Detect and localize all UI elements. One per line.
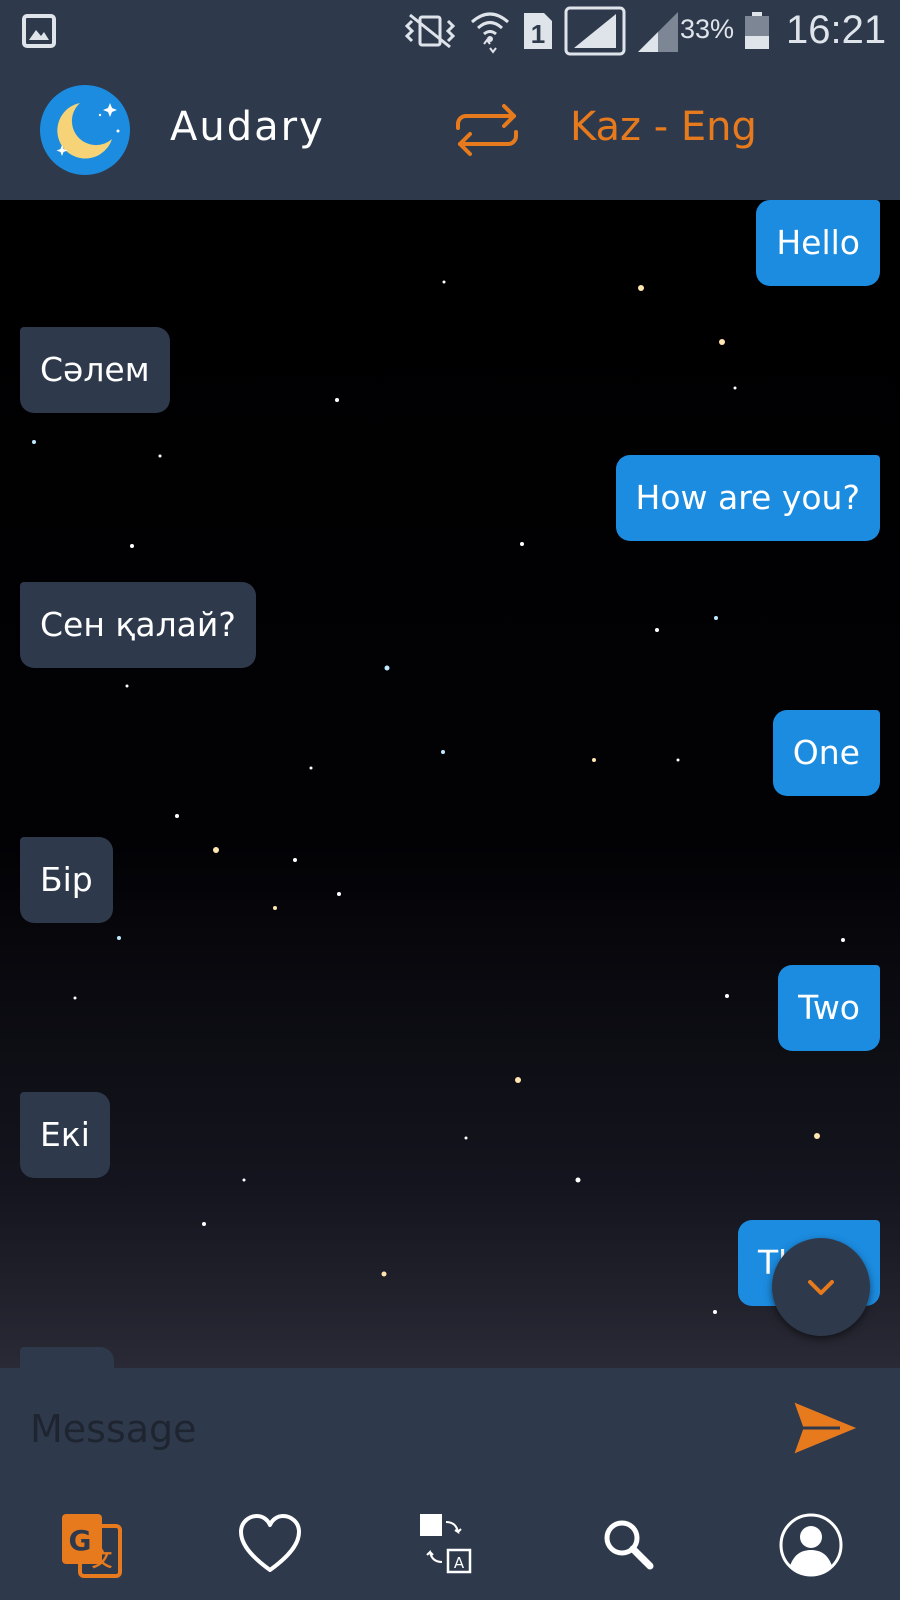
- wifi-icon: [471, 12, 509, 54]
- google-translate-icon: G 文: [62, 1514, 122, 1578]
- signal-icon: [564, 6, 626, 56]
- nav-flashcards-button[interactable]: A: [414, 1510, 484, 1580]
- message-bubble-incoming[interactable]: Бір: [20, 837, 113, 923]
- card-swap-icon: A: [420, 1514, 472, 1574]
- message-bubble-outgoing[interactable]: Hello: [756, 200, 880, 286]
- language-pair-selector[interactable]: Kaz - Eng: [570, 104, 757, 150]
- svg-text:A: A: [454, 1554, 465, 1572]
- svg-text:文: 文: [92, 1547, 113, 1571]
- status-icons: 1: [402, 6, 680, 56]
- chat-area[interactable]: Hello Сәлем How are you? Сен қалай? One …: [0, 200, 900, 1368]
- nav-search-button[interactable]: [594, 1510, 664, 1580]
- user-icon: [779, 1513, 843, 1577]
- app-header: Audary Kaz - Eng: [0, 62, 900, 200]
- svg-text:G: G: [69, 1524, 92, 1557]
- gallery-icon: [22, 14, 56, 48]
- message-bubble-outgoing[interactable]: How are you?: [615, 455, 880, 541]
- battery-icon: [745, 12, 769, 49]
- battery-percent: 33%: [680, 14, 735, 44]
- heart-icon: [239, 1514, 301, 1572]
- nav-favorites-button[interactable]: [235, 1510, 305, 1580]
- swap-arrows-icon: [456, 104, 518, 156]
- search-icon: [604, 1520, 654, 1570]
- message-composer: [0, 1368, 900, 1488]
- bottom-navigation: G 文 A: [0, 1488, 900, 1600]
- swap-languages-button[interactable]: [452, 102, 522, 158]
- chevron-down-icon: [808, 1280, 834, 1295]
- message-bubble-incoming[interactable]: [20, 1347, 114, 1368]
- send-button[interactable]: [790, 1398, 862, 1458]
- sim-1-icon: 1: [524, 13, 552, 49]
- message-bubble-outgoing[interactable]: One: [772, 710, 880, 796]
- message-input[interactable]: [28, 1390, 772, 1468]
- send-icon: [790, 1398, 862, 1458]
- app-title: Audary: [170, 104, 325, 150]
- clock: 16:21: [786, 8, 887, 52]
- scroll-to-bottom-button[interactable]: [772, 1238, 870, 1336]
- message-bubble-incoming[interactable]: Сен қалай?: [20, 582, 256, 668]
- message-bubble-incoming[interactable]: Екі: [20, 1092, 110, 1178]
- message-bubble-outgoing[interactable]: Two: [778, 965, 880, 1051]
- message-bubble-incoming[interactable]: Сәлем: [20, 327, 170, 413]
- mute-vibrate-icon: [404, 13, 456, 49]
- moon-logo-icon: [40, 85, 130, 175]
- signal-weak-icon: [638, 12, 678, 52]
- status-bar: 1 33% 16:21: [0, 0, 900, 62]
- svg-text:1: 1: [531, 19, 545, 49]
- nav-profile-button[interactable]: [776, 1510, 846, 1580]
- nav-translate-button[interactable]: G 文: [56, 1510, 126, 1580]
- app-screen: 1 33% 16:21 Audary Kaz - Eng Hello Сәлем…: [0, 0, 900, 1600]
